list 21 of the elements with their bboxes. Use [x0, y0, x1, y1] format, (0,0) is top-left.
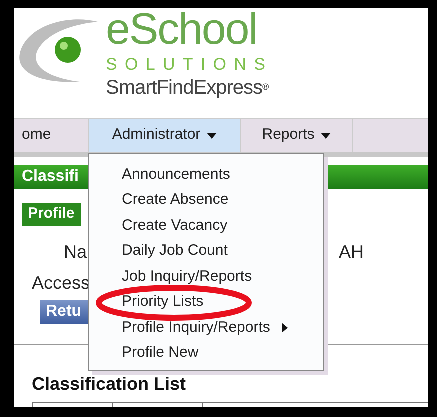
- menu-item[interactable]: Announcements: [89, 162, 323, 188]
- menu-item[interactable]: Daily Job Count: [89, 238, 323, 264]
- section-title: Classification List: [32, 373, 188, 396]
- nav-tab[interactable]: Administrator: [89, 119, 241, 152]
- menu-item[interactable]: Profile New: [89, 340, 323, 366]
- product-name: SmartFindExpress$^{®}$: [106, 76, 269, 100]
- logo-tagline: SOLUTIONS: [106, 54, 274, 76]
- caret-icon: [320, 132, 331, 138]
- logo-wordmark: eSchool: [106, 8, 258, 52]
- field-value: AH: [339, 240, 364, 264]
- caret-icon: [206, 132, 217, 138]
- menu-item[interactable]: Priority Lists: [89, 290, 323, 315]
- field-label: Na: [64, 240, 88, 264]
- return-button[interactable]: Retu: [40, 300, 88, 324]
- field-label: Access: [32, 272, 90, 294]
- menu-item[interactable]: Job Inquiry/Reports: [89, 264, 323, 290]
- menu-item[interactable]: Create Absence: [89, 188, 323, 213]
- menu-item[interactable]: Create Vacancy: [89, 213, 323, 238]
- menu-item[interactable]: Profile Inquiry/Reports: [89, 315, 323, 340]
- profile-tab[interactable]: Profile: [22, 203, 81, 226]
- caret-icon: [282, 322, 288, 333]
